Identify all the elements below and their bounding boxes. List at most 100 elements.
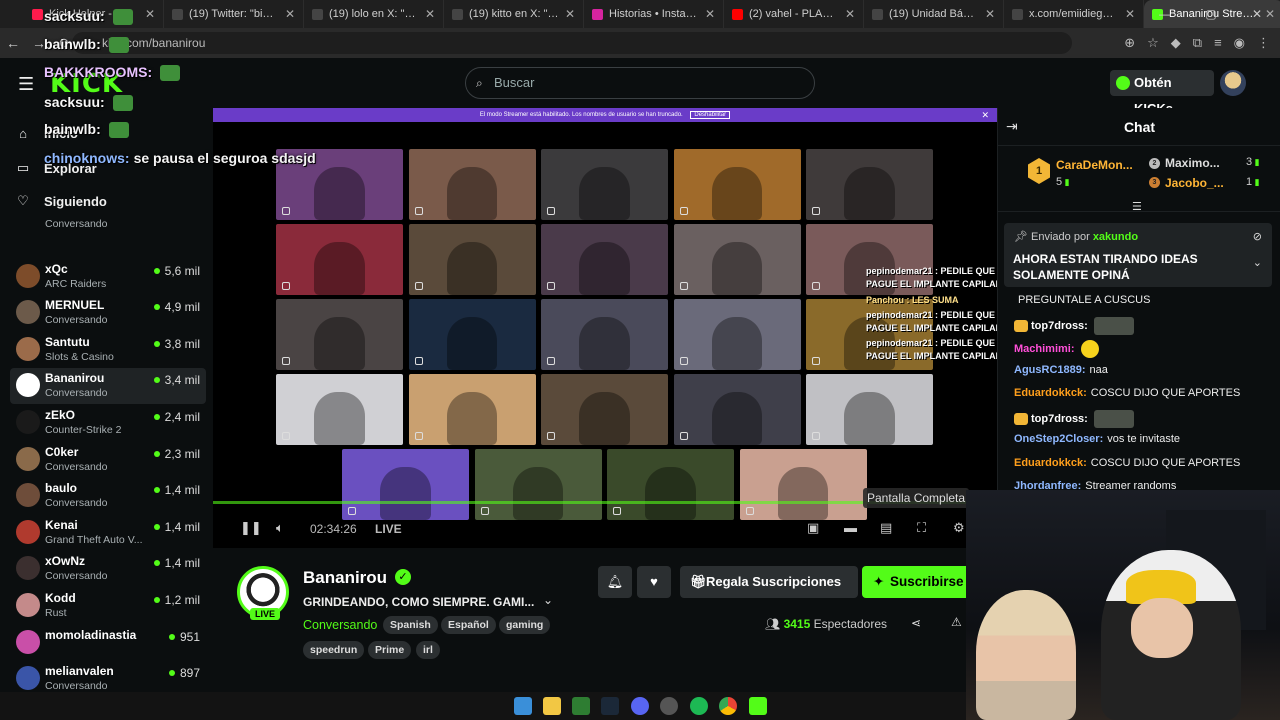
tag[interactable]: Prime [368, 641, 412, 659]
steam-icon[interactable] [601, 697, 619, 715]
extensions-puzzle-icon[interactable]: ⧉ [1193, 35, 1202, 51]
fullscreen-icon[interactable]: ⛶ [917, 520, 926, 536]
chat-username[interactable]: top7dross: [1031, 413, 1088, 425]
close-window-button[interactable]: ✕ [1234, 0, 1280, 28]
chat-username[interactable]: Eduardokkck: [1014, 457, 1087, 469]
sidebar-channel[interactable]: Bananirou 3,4 mil Conversando [10, 368, 206, 405]
tag[interactable]: speedrun [303, 641, 365, 659]
gifter-name[interactable]: Maximo... [1165, 156, 1220, 170]
close-tab-icon[interactable]: ✕ [985, 7, 995, 21]
tag[interactable]: Español [441, 616, 496, 634]
channel-avatar [16, 593, 40, 617]
obs-icon[interactable] [660, 697, 678, 715]
gift-subscriptions-button[interactable]: 🎁︎ Regala Suscripciones [680, 566, 858, 598]
close-tab-icon[interactable]: ✕ [845, 7, 855, 21]
close-tab-icon[interactable]: ✕ [565, 7, 575, 21]
close-tab-icon[interactable]: ✕ [145, 7, 155, 21]
clip-icon[interactable]: ▣ [807, 520, 819, 536]
chat-username[interactable]: top7dross: [1031, 320, 1088, 332]
volume-icon[interactable]: 🔈︎ [276, 520, 284, 536]
sidebar-channel[interactable]: zEkO 2,4 mil Counter-Strike 2 [10, 405, 206, 441]
sidebar-channel[interactable]: Santutu 3,8 mil Slots & Casino [10, 332, 206, 368]
zoom-icon[interactable]: ⊕ [1124, 35, 1135, 51]
report-icon[interactable]: ⚠ [951, 615, 962, 629]
sidebar-channel[interactable]: Conversando [10, 216, 206, 236]
disable-streamer-mode-button[interactable]: Deshabilitar [690, 111, 731, 119]
notification-bell-button[interactable]: 🔔︎ [598, 566, 632, 598]
spotify-icon[interactable] [690, 697, 708, 715]
discord-icon[interactable] [631, 697, 649, 715]
pinned-by-user[interactable]: xakundo [1093, 231, 1138, 243]
search-input[interactable]: ⌕ Buscar [465, 67, 815, 99]
sidebar-channel[interactable]: xOwNz 1,4 mil Conversando [10, 551, 206, 587]
sidebar-channel[interactable]: baulo 1,4 mil Conversando [10, 478, 206, 514]
app-icon[interactable] [572, 697, 590, 715]
subscribe-button[interactable]: ✦ Suscribirse [862, 566, 977, 598]
share-icon[interactable]: ⋖ [911, 616, 921, 630]
profile-icon[interactable]: ◉ [1234, 35, 1245, 51]
chat-username[interactable]: AgusRC1889: [1014, 364, 1086, 376]
pin-icon [679, 207, 688, 215]
windows-start-icon[interactable] [514, 697, 532, 715]
mini-player-icon[interactable]: ▤ [880, 520, 892, 536]
tag[interactable]: irl [416, 641, 440, 659]
overlay-chat-line: BAKKKROOMS: [44, 64, 181, 82]
sidebar-channel[interactable]: xQc 5,6 mil ARC Raiders [10, 259, 206, 295]
sidebar-channel[interactable]: momoladinastia 951 [10, 625, 206, 661]
browser-tab[interactable]: (19) Twitter: "bingo: ni... ✕ [164, 0, 304, 28]
chrome-icon[interactable] [719, 697, 737, 715]
theatre-mode-icon[interactable]: ▬ [844, 520, 857, 535]
media-controls-icon[interactable]: ≡ [1214, 35, 1222, 51]
channel-category: Conversando [45, 460, 108, 473]
browser-tab[interactable]: (19) Unidad Básica Alan G ✕ [864, 0, 1004, 28]
file-explorer-icon[interactable] [543, 697, 561, 715]
settings-gear-icon[interactable]: ⚙ [953, 520, 965, 536]
user-avatar[interactable] [1220, 70, 1246, 96]
stream-chat-line: PAGUE EL IMPLANTE CAPILAR [866, 279, 1003, 289]
chevron-down-icon[interactable]: ⌄ [543, 593, 553, 607]
video-player[interactable]: El modo Streamer está habilitado. Los no… [213, 108, 1009, 548]
channel-avatar [16, 446, 40, 471]
follow-button[interactable]: ♥ [637, 566, 671, 598]
minimize-button[interactable]: — [1142, 0, 1188, 28]
browser-tab[interactable]: Historias • Instagram ✕ [584, 0, 724, 28]
url-field[interactable]: kick.com/bananirou [72, 32, 1072, 54]
close-tab-icon[interactable]: ✕ [1125, 7, 1135, 21]
sidebar-nav-following[interactable]: ♡ Siguiendo [16, 193, 107, 209]
chat-username[interactable]: Machimimi: [1014, 343, 1075, 355]
close-tab-icon[interactable]: ✕ [425, 7, 435, 21]
kick-app-icon[interactable] [749, 697, 767, 715]
back-icon[interactable]: ← [0, 35, 26, 51]
close-tab-icon[interactable]: ✕ [285, 7, 295, 21]
gifter-name[interactable]: CaraDeMon... [1056, 158, 1133, 172]
tab-title: x.com/emiidieguezz/stat [1029, 8, 1119, 20]
sidebar-channel[interactable]: MERNUEL 4,9 mil Conversando [10, 295, 206, 331]
expand-gifters-icon[interactable]: ☰ [1132, 200, 1142, 213]
browser-menu-icon[interactable]: ⋮ [1257, 35, 1270, 51]
sidebar-channel[interactable]: Kenai 1,4 mil Grand Theft Auto V... [10, 515, 206, 551]
close-tab-icon[interactable]: ✕ [705, 7, 715, 21]
chevron-down-icon[interactable]: ⌄ [1253, 256, 1262, 269]
close-icon[interactable]: ✕ [981, 108, 989, 122]
browser-tab[interactable]: (19) kitto en X: "dem http ✕ [444, 0, 584, 28]
extension-icon[interactable]: ◆ [1171, 35, 1181, 51]
gifter-name[interactable]: Jacobo_... [1165, 176, 1224, 190]
browser-tab[interactable]: (2) vahel - PLAN 8 - YouT ✕ [724, 0, 864, 28]
browser-tab[interactable]: x.com/emiidieguezz/stat ✕ [1004, 0, 1144, 28]
hide-pinned-icon[interactable]: ⊘ [1253, 230, 1262, 243]
pause-icon[interactable]: ❚❚ [240, 520, 262, 536]
hamburger-menu-icon[interactable]: ☰ [18, 74, 34, 95]
sidebar-channel[interactable]: Kodd 1,2 mil Rust [10, 588, 206, 624]
streamer-name[interactable]: Bananirou [303, 568, 387, 588]
tag[interactable]: gaming [499, 616, 551, 634]
stream-category[interactable]: Conversando [303, 618, 377, 632]
chat-username[interactable]: OneStep2Closer: [1014, 433, 1103, 445]
get-kicks-button[interactable]: Obtén KICKs [1110, 70, 1214, 116]
sidebar-channel[interactable]: C0ker 2,3 mil Conversando [10, 442, 206, 478]
chat-username[interactable]: Eduardokkck: [1014, 387, 1087, 399]
bookmark-star-icon[interactable]: ☆ [1147, 35, 1159, 51]
browser-tab[interactable]: (19) lolo en X: "bingo: ni... ✕ [304, 0, 444, 28]
tag[interactable]: Spanish [383, 616, 438, 634]
pin-icon [282, 282, 290, 290]
maximize-button[interactable]: ▢ [1188, 0, 1234, 28]
